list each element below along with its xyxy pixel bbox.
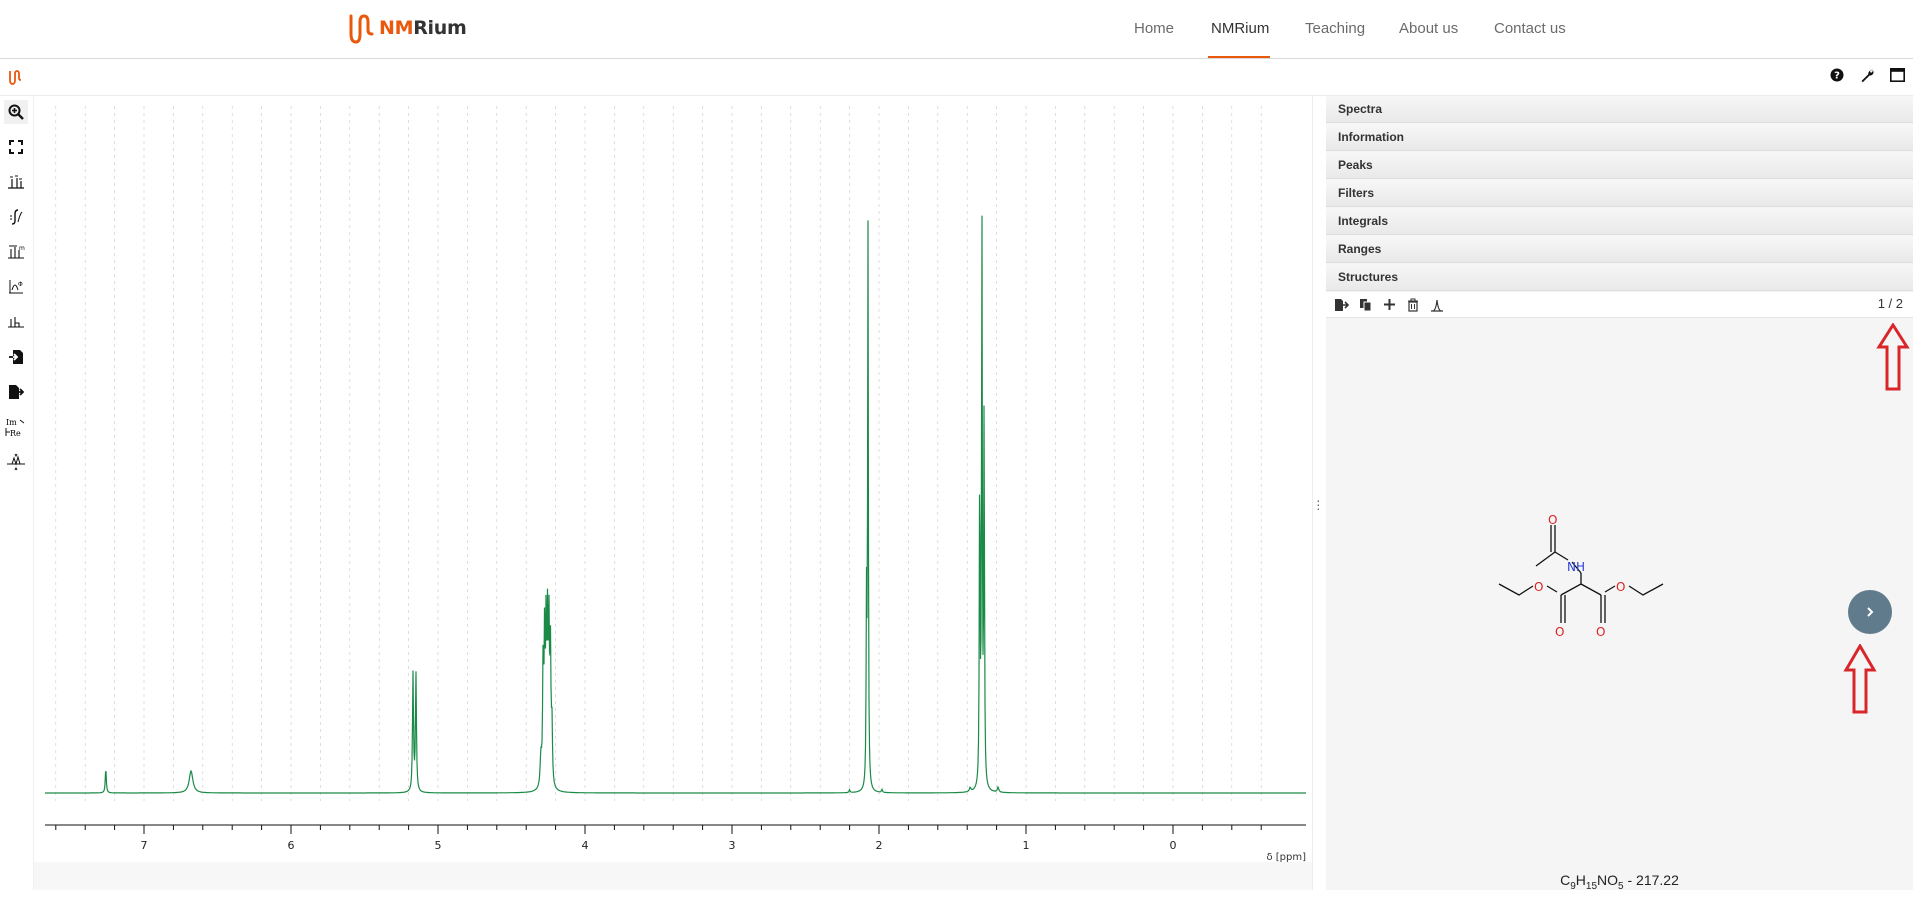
- structure-viewer[interactable]: O NH O O O O: [1326, 318, 1913, 898]
- fft-icon: [7, 453, 25, 471]
- integral-tool-button[interactable]: [4, 205, 28, 229]
- x-axis-ticks: 7 6 5 4 3 2 1 0: [55, 825, 1262, 852]
- logo-text-rium: Rium: [413, 17, 467, 39]
- file-export-icon: [1334, 298, 1349, 311]
- svg-text:Φ: Φ: [18, 281, 23, 288]
- copy-icon: [1359, 298, 1371, 311]
- delete-structure-button[interactable]: [1404, 296, 1422, 314]
- tool-bar: m Φ Im Re: [0, 96, 34, 890]
- molecular-formula: C9H15NO5 - 217.22: [1560, 872, 1679, 892]
- spectrum-viewer[interactable]: 76543210 δ [ppm]: [34, 96, 1312, 890]
- structure-pager: 1 / 2: [1877, 296, 1903, 311]
- nmrium-small-logo-icon[interactable]: [8, 69, 22, 85]
- baseline-correction-icon: [8, 317, 24, 328]
- baseline-correction-button[interactable]: [4, 310, 28, 334]
- splitter-handle-icon[interactable]: · · ·: [1316, 493, 1321, 515]
- right-panels: Spectra Information Peaks Filters Integr…: [1326, 96, 1913, 892]
- zoom-in-icon: [8, 104, 24, 120]
- accordion-spectra[interactable]: Spectra: [1326, 96, 1913, 123]
- import-button[interactable]: [4, 345, 28, 369]
- atom-o-ester-right: O: [1616, 580, 1625, 594]
- tick-label: 2: [876, 839, 883, 852]
- svg-text:Re: Re: [10, 429, 21, 438]
- tick-label: 3: [729, 839, 736, 852]
- spectrum-bottom-strip: [34, 862, 1312, 890]
- atom-o-carbonyl: O: [1548, 513, 1557, 527]
- integral-icon: [10, 209, 23, 225]
- add-structure-button[interactable]: [1380, 296, 1398, 314]
- tick-label: 6: [288, 839, 295, 852]
- tick-label: 7: [141, 839, 148, 852]
- svg-text:?: ?: [1834, 71, 1840, 82]
- next-structure-button[interactable]: [1848, 590, 1892, 634]
- annotation-arrow-up-icon-2: [1843, 644, 1877, 714]
- top-navigation: NMRium Home NMRium Teaching About us Con…: [0, 0, 1913, 59]
- nmrium-logo-icon: [349, 14, 374, 44]
- full-zoom-out-button[interactable]: [4, 135, 28, 159]
- nav-home[interactable]: Home: [1134, 20, 1174, 37]
- phase-correction-icon: Φ: [9, 280, 23, 294]
- app-header-bar: ?: [0, 59, 1913, 96]
- spectrum-line: [45, 215, 1306, 794]
- wrench-icon: [1861, 69, 1874, 82]
- phase-correction-button[interactable]: Φ: [4, 275, 28, 299]
- range-picking-button[interactable]: m: [4, 240, 28, 264]
- export-button[interactable]: [4, 380, 28, 404]
- atom-o-ester-left: O: [1534, 580, 1543, 594]
- atom-o-carbonyl-right: O: [1596, 625, 1605, 639]
- zoom-tool-button[interactable]: [4, 100, 28, 124]
- trash-icon: [1408, 298, 1418, 312]
- accordion-structures[interactable]: Structures: [1326, 264, 1913, 291]
- range-icon: m: [8, 245, 25, 259]
- spectrum-chart[interactable]: 76543210 δ [ppm]: [34, 96, 1312, 890]
- panel-splitter[interactable]: · · ·: [1312, 96, 1325, 890]
- plus-icon: [1383, 299, 1395, 310]
- real-imaginary-icon: Im Re: [5, 418, 25, 438]
- file-export-icon: [9, 385, 24, 399]
- help-button[interactable]: ?: [1829, 67, 1845, 83]
- expand-icon: [9, 140, 23, 154]
- full-screen-button[interactable]: [1889, 67, 1905, 83]
- nav-teaching[interactable]: Teaching: [1305, 20, 1365, 37]
- accordion-information[interactable]: Information: [1326, 124, 1913, 151]
- copy-structure-button[interactable]: [1356, 296, 1374, 314]
- export-structure-button[interactable]: [1332, 296, 1350, 314]
- svg-text:m: m: [19, 245, 25, 252]
- accordion-filters[interactable]: Filters: [1326, 180, 1913, 207]
- atom-nh: NH: [1567, 560, 1585, 574]
- predict-spectrum-button[interactable]: [1428, 296, 1446, 314]
- tick-label: 1: [1023, 839, 1030, 852]
- accordion-peaks[interactable]: Peaks: [1326, 152, 1913, 179]
- window-icon: [1889, 68, 1905, 82]
- settings-button[interactable]: [1859, 67, 1875, 83]
- svg-text:Im: Im: [6, 418, 17, 427]
- nav-nmrium[interactable]: NMRium: [1211, 20, 1269, 37]
- molecule-structure-diagram: O NH O O O O: [1498, 513, 1664, 639]
- accordion-integrals[interactable]: Integrals: [1326, 208, 1913, 235]
- question-circle-icon: ?: [1830, 68, 1844, 82]
- nmrium-logo[interactable]: NMRium: [347, 10, 467, 46]
- peak-picking-button[interactable]: [4, 170, 28, 194]
- accordion-ranges[interactable]: Ranges: [1326, 236, 1913, 263]
- file-import-icon: [9, 350, 23, 364]
- atom-o-carbonyl-left: O: [1555, 625, 1564, 639]
- nav-contact-us[interactable]: Contact us: [1494, 20, 1566, 37]
- vertical-gridlines: [55, 106, 1262, 801]
- structures-toolbar: 1 / 2: [1326, 292, 1913, 318]
- tick-label: 0: [1170, 839, 1177, 852]
- chevron-right-icon: [1867, 607, 1874, 617]
- peak-picking-icon: [8, 175, 24, 189]
- tick-label: 5: [435, 839, 442, 852]
- tick-label: 4: [582, 839, 589, 852]
- peak-icon: [1431, 299, 1443, 312]
- nav-active-indicator: [1208, 56, 1270, 58]
- fft-button[interactable]: [4, 450, 28, 474]
- annotation-arrow-up-icon: [1876, 323, 1910, 391]
- logo-text-nm: NM: [379, 17, 414, 39]
- real-imaginary-button[interactable]: Im Re: [4, 415, 28, 439]
- nav-about-us[interactable]: About us: [1399, 20, 1458, 37]
